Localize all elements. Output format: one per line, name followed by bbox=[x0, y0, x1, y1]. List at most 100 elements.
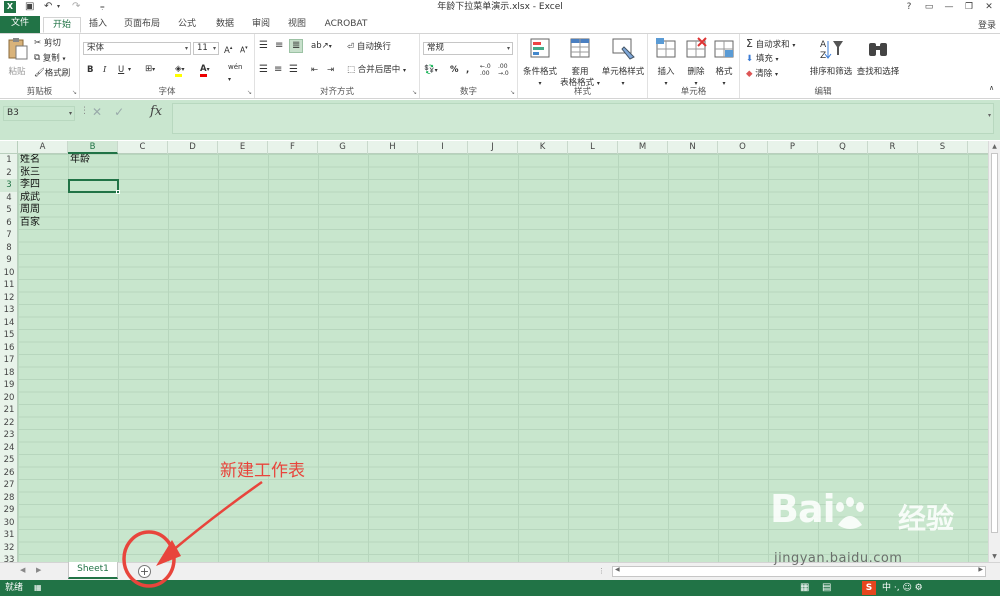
fill-handle[interactable] bbox=[116, 189, 120, 194]
row-header-29[interactable]: 29 bbox=[0, 504, 17, 517]
font-size-select[interactable]: 11 ▾ bbox=[193, 42, 219, 55]
vertical-scroll-thumb[interactable] bbox=[991, 153, 998, 533]
column-header-h[interactable]: H bbox=[368, 141, 418, 154]
decrease-decimal-button[interactable]: .00 →.0 bbox=[498, 63, 509, 77]
accounting-format-button[interactable]: 💱▾ bbox=[424, 64, 438, 77]
row-header-10[interactable]: 10 bbox=[0, 267, 17, 280]
increase-indent-button[interactable]: ⇥ bbox=[327, 64, 334, 76]
scroll-up-icon[interactable]: ▲ bbox=[989, 143, 1000, 150]
new-sheet-button[interactable]: + bbox=[138, 565, 151, 578]
collapse-ribbon-icon[interactable]: ∧ bbox=[989, 82, 994, 94]
alignment-launcher-icon[interactable]: ↘ bbox=[412, 89, 417, 96]
row-header-19[interactable]: 19 bbox=[0, 379, 17, 392]
column-header-n[interactable]: N bbox=[668, 141, 718, 154]
row-header-12[interactable]: 12 bbox=[0, 292, 17, 305]
tab-insert[interactable]: 插入 bbox=[83, 17, 113, 33]
login-link[interactable]: 登录 bbox=[978, 18, 996, 31]
tab-acrobat[interactable]: ACROBAT bbox=[320, 17, 372, 33]
prev-sheet-icon[interactable]: ◀ bbox=[20, 566, 25, 574]
increase-decimal-button[interactable]: ←.0.00 bbox=[480, 63, 491, 77]
cell-a6[interactable]: 百家 bbox=[18, 217, 40, 230]
row-header-18[interactable]: 18 bbox=[0, 367, 17, 380]
cell-b1[interactable]: 年龄 bbox=[68, 154, 90, 167]
row-header-20[interactable]: 20 bbox=[0, 392, 17, 405]
tab-data[interactable]: 数据 bbox=[210, 17, 240, 33]
column-header-r[interactable]: R bbox=[868, 141, 918, 154]
sogou-ime-icon[interactable]: S bbox=[862, 581, 876, 595]
next-sheet-icon[interactable]: ▶ bbox=[36, 566, 41, 574]
tab-view[interactable]: 视图 bbox=[282, 17, 312, 33]
row-header-13[interactable]: 13 bbox=[0, 304, 17, 317]
format-cells-button[interactable]: 格式 ▾ bbox=[710, 37, 738, 89]
number-launcher-icon[interactable]: ↘ bbox=[510, 89, 515, 96]
sheet-tab-sheet1[interactable]: Sheet1 bbox=[68, 562, 118, 579]
tab-file[interactable]: 文件 bbox=[0, 16, 40, 33]
column-header-k[interactable]: K bbox=[518, 141, 568, 154]
row-header-3[interactable]: 3 bbox=[0, 179, 17, 192]
tab-page-layout[interactable]: 页面布局 bbox=[118, 17, 166, 33]
row-header-8[interactable]: 8 bbox=[0, 242, 17, 255]
row-header-2[interactable]: 2 bbox=[0, 167, 17, 180]
cell-a4[interactable]: 成武 bbox=[18, 192, 40, 205]
autosum-button[interactable]: Σ 自动求和 ▾ bbox=[746, 38, 795, 52]
format-as-table-button[interactable]: 套用 表格格式 ▾ bbox=[560, 37, 600, 89]
sort-filter-button[interactable]: AZ 排序和筛选 bbox=[808, 37, 854, 78]
tab-review[interactable]: 审阅 bbox=[246, 17, 276, 33]
merge-center-button[interactable]: ⬚ 合并后居中 ▾ bbox=[347, 64, 406, 77]
column-header-a[interactable]: A bbox=[18, 141, 68, 154]
insert-cells-button[interactable]: 插入 ▾ bbox=[652, 37, 680, 89]
column-header-b[interactable]: B bbox=[68, 141, 118, 154]
row-header-17[interactable]: 17 bbox=[0, 354, 17, 367]
phonetic-button[interactable]: wén ▾ bbox=[228, 61, 242, 86]
row-header-15[interactable]: 15 bbox=[0, 329, 17, 342]
column-header-s[interactable]: S bbox=[918, 141, 968, 154]
tab-formulas[interactable]: 公式 bbox=[172, 17, 202, 33]
column-header-j[interactable]: J bbox=[468, 141, 518, 154]
row-header-33[interactable]: 33 bbox=[0, 554, 17, 562]
row-header-21[interactable]: 21 bbox=[0, 404, 17, 417]
selected-cell-b3[interactable] bbox=[68, 179, 120, 194]
scroll-left-icon[interactable]: ◀ bbox=[615, 566, 620, 573]
row-header-7[interactable]: 7 bbox=[0, 229, 17, 242]
find-select-button[interactable]: 查找和选择 bbox=[854, 37, 902, 78]
row-header-30[interactable]: 30 bbox=[0, 517, 17, 530]
row-header-16[interactable]: 16 bbox=[0, 342, 17, 355]
column-header-d[interactable]: D bbox=[168, 141, 218, 154]
name-box[interactable]: B3 ▾ bbox=[3, 106, 75, 121]
cancel-icon[interactable]: ✕ bbox=[92, 105, 114, 119]
row-header-31[interactable]: 31 bbox=[0, 529, 17, 542]
page-layout-view-icon[interactable]: ▤ bbox=[822, 580, 831, 596]
row-header-14[interactable]: 14 bbox=[0, 317, 17, 330]
grow-font-button[interactable]: A▴ bbox=[224, 42, 232, 57]
fill-button[interactable]: ⬇ 填充 ▾ bbox=[746, 53, 779, 66]
column-header-g[interactable]: G bbox=[318, 141, 368, 154]
row-header-1[interactable]: 1 bbox=[0, 154, 17, 167]
fill-color-button[interactable]: ◈▾ bbox=[175, 63, 185, 77]
column-header-o[interactable]: O bbox=[718, 141, 768, 154]
ime-status[interactable]: 中 ·, ☺ ⚙ bbox=[882, 580, 923, 596]
column-header-f[interactable]: F bbox=[268, 141, 318, 154]
clear-button[interactable]: ◆ 清除 ▾ bbox=[746, 68, 778, 81]
middle-align-button[interactable]: ≡ bbox=[275, 40, 283, 52]
column-header-e[interactable]: E bbox=[218, 141, 268, 154]
expand-formula-bar-icon[interactable]: ▾ bbox=[988, 112, 991, 119]
align-left-button[interactable]: ☰ bbox=[259, 64, 268, 76]
underline-dropdown-icon[interactable]: ▾ bbox=[128, 64, 131, 76]
enter-icon[interactable]: ✓ bbox=[114, 105, 136, 119]
delete-cells-button[interactable]: 删除 ▾ bbox=[682, 37, 710, 89]
formula-input[interactable] bbox=[172, 103, 994, 134]
column-header-c[interactable]: C bbox=[118, 141, 168, 154]
underline-button[interactable]: U bbox=[118, 64, 124, 76]
font-name-select[interactable]: 宋体 ▾ bbox=[83, 42, 191, 55]
select-all-corner[interactable] bbox=[0, 141, 18, 154]
cell-a1[interactable]: 姓名 bbox=[18, 154, 40, 167]
column-header-l[interactable]: L bbox=[568, 141, 618, 154]
tab-home[interactable]: 开始 bbox=[43, 17, 81, 33]
row-header-27[interactable]: 27 bbox=[0, 479, 17, 492]
column-header-m[interactable]: M bbox=[618, 141, 668, 154]
font-launcher-icon[interactable]: ↘ bbox=[247, 89, 252, 96]
cell-a5[interactable]: 周周 bbox=[18, 204, 40, 217]
borders-button[interactable]: ⊞▾ bbox=[145, 63, 155, 76]
row-header-24[interactable]: 24 bbox=[0, 442, 17, 455]
bottom-align-button[interactable]: ≣ bbox=[289, 39, 304, 53]
